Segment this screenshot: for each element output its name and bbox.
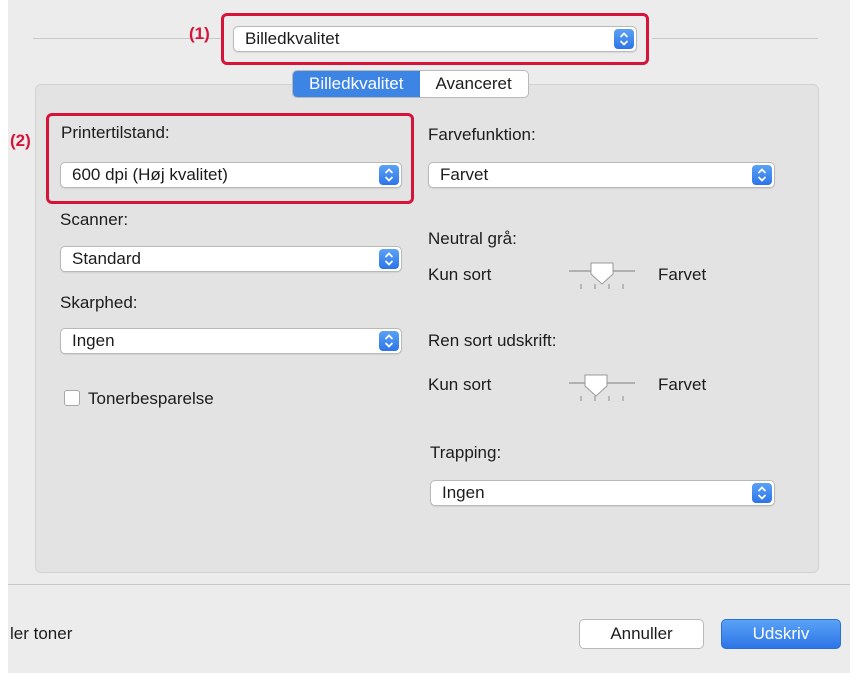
printer-mode-popup[interactable]: 600 dpi (Høj kvalitet) <box>60 162 402 188</box>
pure-black-right-label: Farvet <box>658 375 707 394</box>
trapping-label: Trapping: <box>430 443 502 462</box>
neutral-gray-label: Neutral grå: <box>428 229 517 248</box>
pure-black-left-label: Kun sort <box>428 375 492 394</box>
stepper-icon <box>379 249 399 269</box>
neutral-gray-left-label: Kun sort <box>428 265 492 284</box>
panel-selector-popup[interactable]: Billedkvalitet <box>233 26 637 52</box>
footer-separator <box>8 584 850 585</box>
trapping-popup[interactable]: Ingen <box>430 480 775 506</box>
panel-selector-value: Billedkvalitet <box>245 29 340 48</box>
slider-thumb-icon <box>584 374 608 397</box>
scanner-value: Standard <box>72 249 141 268</box>
sharpness-label: Skarphed: <box>60 293 138 312</box>
tab-bar: Billedkvalitet Avanceret <box>292 70 529 98</box>
callout-number-2: (2) <box>10 131 31 150</box>
tab-billedkvalitet[interactable]: Billedkvalitet <box>293 71 420 97</box>
sharpness-popup[interactable]: Ingen <box>60 328 402 354</box>
toner-save-label: Tonerbesparelse <box>88 389 214 408</box>
trapping-value: Ingen <box>442 483 485 502</box>
print-button[interactable]: Udskriv <box>721 619 841 649</box>
sharpness-value: Ingen <box>72 331 115 350</box>
color-mode-label: Farvefunktion: <box>428 125 536 144</box>
stepper-icon <box>752 165 772 185</box>
neutral-gray-slider[interactable] <box>567 262 637 292</box>
tab-avanceret[interactable]: Avanceret <box>420 71 528 97</box>
stepper-icon <box>614 29 634 49</box>
pure-black-slider[interactable] <box>567 374 637 404</box>
neutral-gray-right-label: Farvet <box>658 265 707 284</box>
color-mode-value: Farvet <box>440 165 489 184</box>
printer-mode-label: Printertilstand: <box>61 123 170 142</box>
stepper-icon <box>379 331 399 351</box>
cancel-button[interactable]: Annuller <box>579 619 704 649</box>
top-separator-right <box>652 38 818 39</box>
printer-mode-value: 600 dpi (Høj kvalitet) <box>72 165 228 184</box>
scanner-label: Scanner: <box>60 210 129 229</box>
color-mode-popup[interactable]: Farvet <box>428 162 775 188</box>
supplies-link-text: ler toner <box>10 624 73 643</box>
toner-save-checkbox[interactable] <box>64 390 80 406</box>
callout-number-1: (1) <box>189 24 210 43</box>
stepper-icon <box>752 483 772 503</box>
pure-black-label: Ren sort udskrift: <box>428 331 557 350</box>
stepper-icon <box>379 165 399 185</box>
slider-thumb-icon <box>590 262 614 285</box>
scanner-popup[interactable]: Standard <box>60 246 402 272</box>
